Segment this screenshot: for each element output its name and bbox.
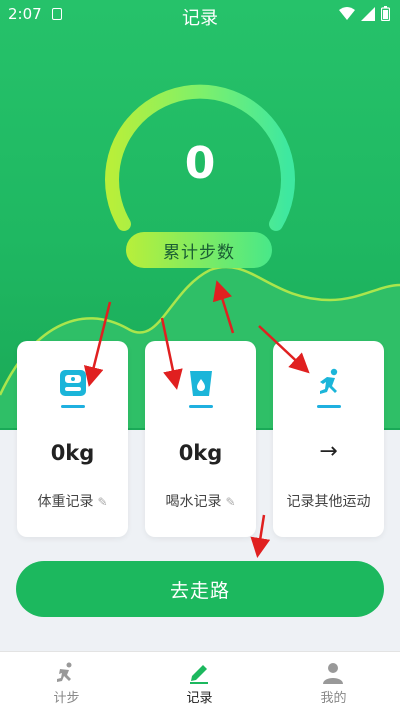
weight-value: 0kg (50, 441, 95, 465)
water-value: 0kg (178, 441, 223, 465)
steps-count: 0 (184, 138, 216, 189)
other-sport-label: 记录其他运动 (286, 494, 371, 510)
bottom-tab-bar: 计步 记录 我的 (0, 651, 400, 712)
card-underline (317, 405, 341, 408)
running-man-icon (320, 368, 338, 394)
water-record-card[interactable]: 0kg 喝水记录 ✎ (145, 341, 256, 537)
runner-icon (57, 662, 72, 682)
pencil-icon (190, 665, 208, 684)
tab-steps[interactable]: 计步 (0, 652, 133, 712)
water-label-text: 喝水记录 (165, 494, 222, 510)
water-cup-icon (190, 371, 212, 396)
tab-record[interactable]: 记录 (133, 652, 266, 712)
other-sport-card[interactable]: → 记录其他运动 (273, 341, 384, 537)
arrow-right-icon: → (319, 439, 338, 464)
tab-record-label: 记录 (186, 691, 213, 706)
weight-record-card[interactable]: 0kg 体重记录 ✎ (17, 341, 128, 537)
tab-steps-label: 计步 (53, 691, 80, 706)
water-label: 喝水记录 ✎ (145, 491, 256, 511)
total-steps-badge: 累计步数 (126, 232, 272, 268)
annotation-arrow (250, 514, 271, 558)
scale-icon (60, 370, 86, 396)
card-underline (189, 405, 213, 408)
page-title: 记录 (182, 8, 218, 29)
weight-label: 体重记录 ✎ (17, 491, 128, 511)
weight-label-text: 体重记录 (37, 494, 94, 510)
go-walk-button[interactable]: 去走路 (16, 561, 384, 617)
tab-profile-label: 我的 (320, 691, 347, 706)
person-icon (323, 663, 343, 684)
card-underline (61, 405, 85, 408)
edit-icon[interactable]: ✎ (97, 495, 107, 509)
tab-profile[interactable]: 我的 (267, 652, 400, 712)
edit-icon[interactable]: ✎ (225, 495, 235, 509)
